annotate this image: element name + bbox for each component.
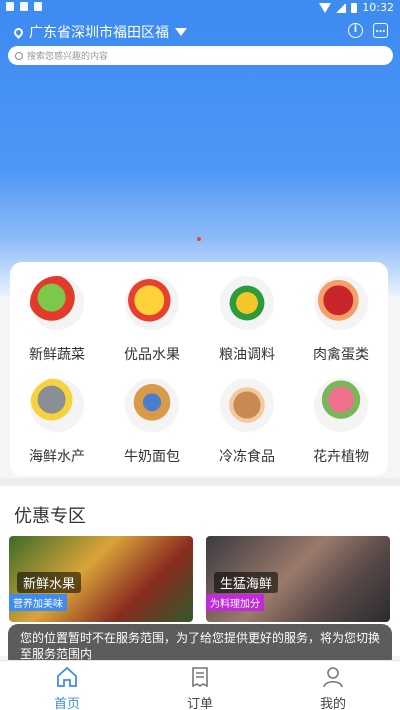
app-notification-icon	[34, 2, 42, 11]
status-bar: 10:32	[0, 0, 400, 16]
promo-card-fruits[interactable]: 新鲜水果 营养加美味	[9, 536, 193, 622]
promo-card-tag: 为料理加分	[206, 594, 264, 611]
category-item-seafood[interactable]: 海鲜水产	[10, 378, 104, 466]
category-item-flowers[interactable]: 花卉植物	[294, 378, 388, 466]
message-icon[interactable]: …	[373, 23, 388, 38]
location-selector[interactable]: 广东省深圳市福田区福	[12, 22, 187, 42]
location-pin-icon	[12, 25, 25, 39]
category-item-oil-seasoning[interactable]: 粮油调料	[200, 276, 294, 364]
category-item-meat-eggs[interactable]: 肉禽蛋类	[294, 276, 388, 364]
seafood-icon	[30, 378, 84, 432]
category-label: 新鲜蔬菜	[29, 347, 85, 363]
battery-icon	[351, 2, 358, 13]
tab-orders[interactable]: 订单	[160, 665, 240, 710]
category-label: 牛奶面包	[124, 449, 180, 465]
notification-icons	[6, 2, 42, 11]
category-label: 肉禽蛋类	[313, 347, 369, 363]
tab-label: 我的	[319, 697, 346, 710]
bottom-tab-bar: 首页 订单 我的	[0, 660, 400, 710]
status-time: 10:32	[362, 1, 394, 14]
tab-home[interactable]: 首页	[27, 665, 107, 710]
signal-icon	[336, 2, 347, 13]
promo-card-name: 新鲜水果	[17, 572, 82, 593]
tab-label: 订单	[186, 697, 213, 710]
category-item-milk-bread[interactable]: 牛奶面包	[105, 378, 199, 466]
message-notification-icon	[20, 2, 28, 11]
category-label: 花卉植物	[313, 449, 369, 465]
tab-profile[interactable]: 我的	[293, 665, 373, 710]
promo-title: 优惠专区	[14, 506, 86, 527]
home-icon	[55, 665, 79, 689]
category-item-vegetables[interactable]: 新鲜蔬菜	[10, 276, 104, 364]
category-label: 海鲜水产	[29, 449, 85, 465]
location-text: 广东省深圳市福田区福	[29, 25, 169, 41]
promo-card-seafood[interactable]: 生猛海鲜 为料理加分	[206, 536, 390, 622]
category-label: 优品水果	[124, 347, 180, 363]
banner-area[interactable]: 广东省深圳市福田区福 i … 搜索您感兴趣的内容	[0, 16, 400, 296]
promo-card-tag: 营养加美味	[9, 594, 67, 611]
info-icon[interactable]: i	[348, 23, 363, 38]
milk-bread-icon	[125, 378, 179, 432]
search-icon	[15, 51, 23, 60]
order-icon	[188, 665, 212, 689]
chevron-down-icon	[175, 28, 187, 36]
fruits-icon	[125, 276, 179, 330]
category-label: 冷冻食品	[219, 449, 275, 465]
tab-label: 首页	[53, 697, 80, 710]
meat-eggs-icon	[314, 276, 368, 330]
category-item-fruits[interactable]: 优品水果	[105, 276, 199, 364]
category-item-frozen-food[interactable]: 冷冻食品	[200, 378, 294, 466]
frozen-food-icon	[220, 378, 274, 432]
vegetables-icon	[30, 276, 84, 330]
promo-card-name: 生猛海鲜	[214, 572, 279, 593]
search-placeholder: 搜索您感兴趣的内容	[27, 52, 109, 62]
wifi-icon	[319, 2, 332, 13]
oil-seasoning-icon	[220, 276, 274, 330]
banner-indicator-dot	[197, 237, 201, 241]
search-input[interactable]: 搜索您感兴趣的内容	[8, 46, 393, 65]
category-grid: 新鲜蔬菜 优品水果 粮油调料 肉禽蛋类 海鲜水产 牛奶面包 冷冻食品 花卉植物	[10, 262, 388, 476]
section-divider	[0, 478, 400, 486]
profile-icon	[321, 665, 345, 689]
category-label: 粮油调料	[219, 347, 275, 363]
flowers-icon	[314, 378, 368, 432]
download-icon	[6, 2, 14, 11]
